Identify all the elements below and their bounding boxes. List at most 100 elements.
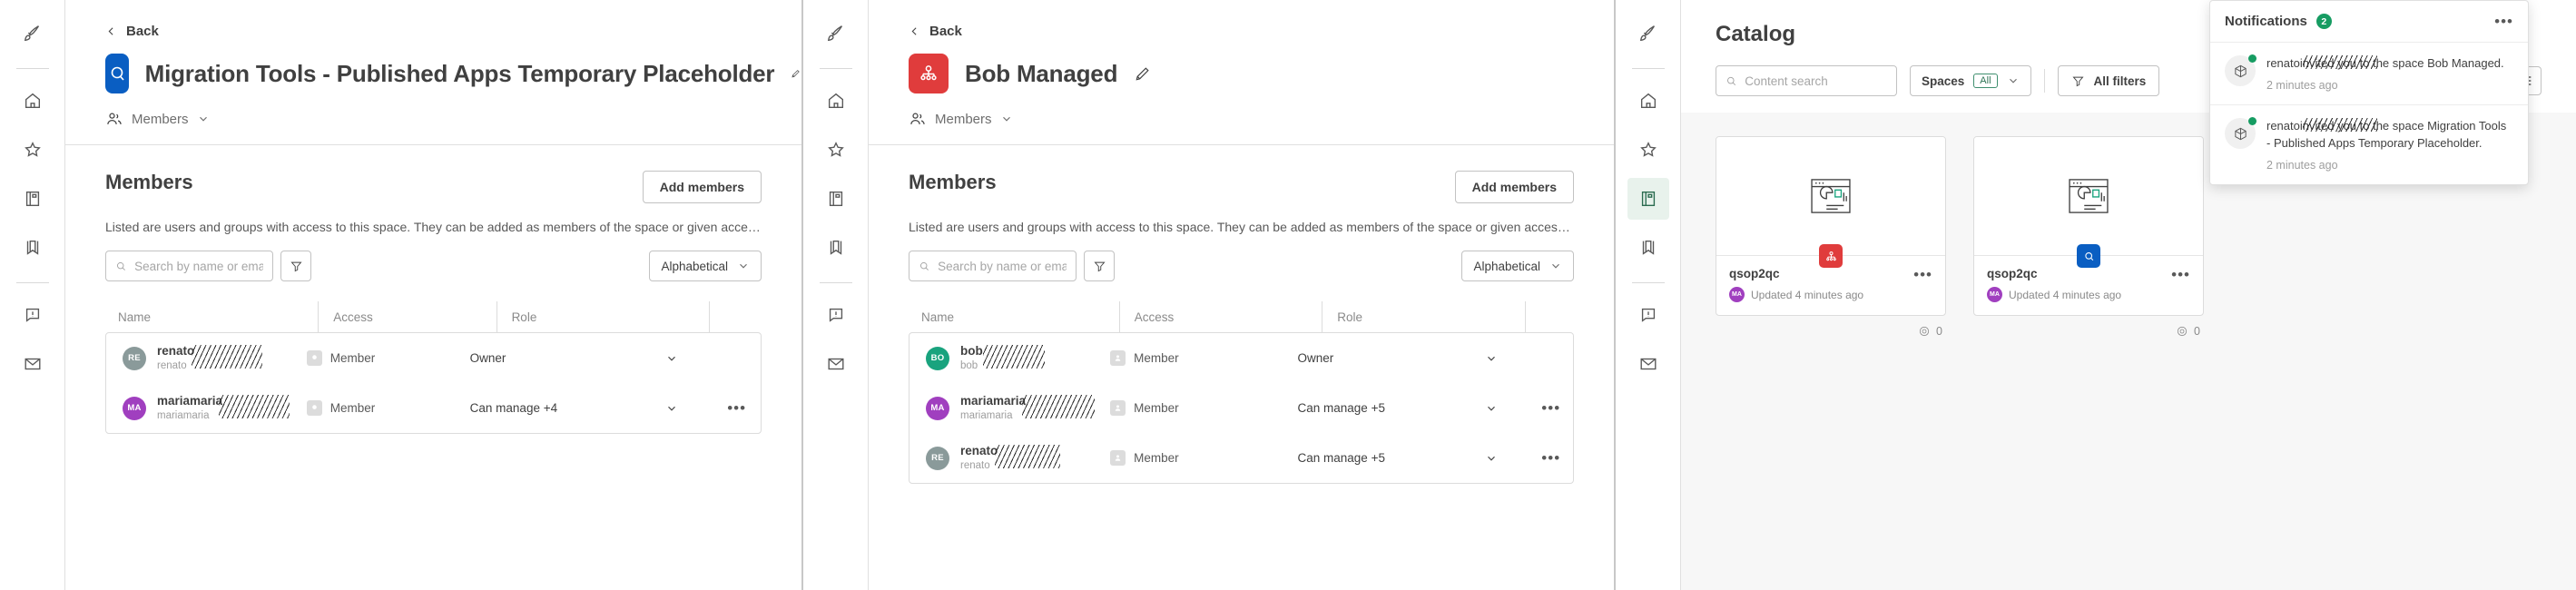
redaction-overlay <box>2303 118 2377 133</box>
mail-icon[interactable] <box>1627 343 1669 385</box>
row-role-chevron-cell[interactable] <box>665 333 713 383</box>
table-row[interactable]: MA mariamaria mariamaria Member Can mana… <box>106 383 761 433</box>
bookmark-icon[interactable] <box>1627 227 1669 269</box>
left-rail-1 <box>0 0 65 590</box>
home-icon[interactable] <box>12 80 54 122</box>
column-header-name-2: Name <box>921 310 955 324</box>
row-overflow-menu-icon[interactable]: ••• <box>727 400 746 416</box>
star-icon[interactable] <box>815 129 857 171</box>
chevron-down-icon[interactable] <box>1485 402 1498 415</box>
members-rows-card-1: RE renato renato Member Owner MA mariama… <box>105 332 762 434</box>
back-label-2: Back <box>929 24 962 39</box>
add-members-button-2[interactable]: Add members <box>1454 171 1574 203</box>
space-tab-2[interactable]: Members <box>909 110 1614 144</box>
row-role-chevron-cell[interactable] <box>665 383 713 433</box>
row-role-chevron-cell[interactable] <box>1485 383 1529 433</box>
rocket-icon[interactable] <box>815 13 857 54</box>
star-icon[interactable] <box>12 129 54 171</box>
avatar: RE <box>926 446 949 470</box>
mail-icon[interactable] <box>815 343 857 385</box>
access-label: Member <box>1134 451 1179 465</box>
book-icon[interactable] <box>12 178 54 220</box>
role-label: Owner <box>1297 351 1334 365</box>
table-row[interactable]: RE renato renato Member <box>909 433 1573 483</box>
notification-timestamp: 2 minutes ago <box>2266 159 2338 172</box>
back-button-2[interactable]: Back <box>909 24 1614 39</box>
notification-actor: renato <box>2266 56 2300 70</box>
catalog-card[interactable]: qsop2qc MA Updated 4 minutes ago ••• <box>1973 136 2204 316</box>
spaces-dropdown[interactable]: Spaces All <box>1910 65 2031 96</box>
space-tab-1[interactable]: Members <box>105 110 801 144</box>
row-menu-cell[interactable]: ••• <box>1529 433 1573 483</box>
row-overflow-menu-icon[interactable]: ••• <box>1541 450 1560 466</box>
home-icon[interactable] <box>815 80 857 122</box>
chevron-down-icon[interactable] <box>665 402 678 415</box>
row-role-cell[interactable]: Can manage +5 <box>1298 383 1485 433</box>
alert-icon[interactable] <box>1627 294 1669 336</box>
chevron-down-icon[interactable] <box>1485 452 1498 465</box>
back-button-1[interactable]: Back <box>105 24 801 39</box>
notifications-overflow-menu-icon[interactable]: ••• <box>2494 14 2513 29</box>
sort-dropdown-1[interactable]: Alphabetical <box>649 251 762 281</box>
row-overflow-menu-icon[interactable]: ••• <box>1541 400 1560 416</box>
row-role-chevron-cell[interactable] <box>1485 433 1529 483</box>
chevron-down-icon[interactable] <box>1485 352 1498 365</box>
table-row[interactable]: BO bob bob Member Owner <box>909 333 1573 383</box>
chevron-down-icon-1[interactable] <box>197 113 210 125</box>
space-avatar-1 <box>105 54 129 93</box>
search-input-1[interactable] <box>134 259 263 273</box>
notification-timestamp: 2 minutes ago <box>2266 79 2338 93</box>
members-tools-2: Alphabetical <box>909 251 1574 281</box>
table-row[interactable]: MA mariamaria mariamaria Member Can mana… <box>909 383 1573 433</box>
row-role-cell[interactable]: Owner <box>1298 333 1485 383</box>
rocket-icon[interactable] <box>1627 13 1669 54</box>
row-role-cell[interactable]: Can manage +4 <box>470 383 665 433</box>
search-input-wrapper-1[interactable] <box>105 251 273 281</box>
space-avatar-2 <box>909 54 949 93</box>
avatar: MA <box>123 396 146 420</box>
notification-icon-wrapper <box>2225 117 2256 172</box>
edit-pencil-icon-1[interactable] <box>791 64 801 83</box>
book-icon[interactable] <box>1627 178 1669 220</box>
card-views-count: 0 <box>2194 325 2200 338</box>
row-menu-cell[interactable]: ••• <box>713 383 761 433</box>
filter-button-2[interactable] <box>1084 251 1115 281</box>
alert-icon[interactable] <box>12 294 54 336</box>
card-overflow-menu-icon[interactable]: ••• <box>2171 267 2190 282</box>
book-icon[interactable] <box>815 178 857 220</box>
rocket-icon[interactable] <box>12 13 54 54</box>
row-role-chevron-cell[interactable] <box>1485 333 1529 383</box>
mail-icon[interactable] <box>12 343 54 385</box>
search-input-wrapper-2[interactable] <box>909 251 1077 281</box>
catalog-card[interactable]: qsop2qc MA Updated 4 minutes ago ••• <box>1716 136 1946 316</box>
name-block: renato renato <box>157 344 262 372</box>
home-icon[interactable] <box>1627 80 1669 122</box>
alert-icon[interactable] <box>815 294 857 336</box>
row-name-cell: MA mariamaria mariamaria <box>110 383 307 433</box>
chevron-down-icon[interactable] <box>665 352 678 365</box>
back-label: Back <box>126 24 159 39</box>
search-input-2[interactable] <box>938 259 1067 273</box>
row-role-cell[interactable]: Can manage +5 <box>1298 433 1485 483</box>
card-overflow-menu-icon[interactable]: ••• <box>1913 267 1932 282</box>
filter-button-1[interactable] <box>280 251 311 281</box>
avatar-initials: RE <box>128 353 141 363</box>
row-menu-cell[interactable]: ••• <box>1529 383 1573 433</box>
search-icon-2 <box>920 261 929 270</box>
content-search-input[interactable] <box>1745 74 1887 88</box>
row-role-cell[interactable]: Owner <box>470 333 665 383</box>
star-icon[interactable] <box>1627 129 1669 171</box>
row-access-cell: Member <box>1110 433 1297 483</box>
column-header-actions-1 <box>708 301 762 332</box>
edit-pencil-icon-2[interactable] <box>1134 64 1152 83</box>
table-row[interactable]: RE renato renato Member <box>106 333 761 383</box>
all-filters-button[interactable]: All filters <box>2057 65 2160 96</box>
notification-item[interactable]: renatoinvited you to the space Bob Manag… <box>2210 42 2528 104</box>
chevron-down-icon-2[interactable] <box>1000 113 1013 125</box>
notification-item[interactable]: renatoinvited you to the space Migration… <box>2210 104 2528 184</box>
content-search-wrapper[interactable] <box>1716 65 1897 96</box>
add-members-button-1[interactable]: Add members <box>642 171 762 203</box>
bookmark-icon[interactable] <box>12 227 54 269</box>
bookmark-icon[interactable] <box>815 227 857 269</box>
sort-dropdown-2[interactable]: Alphabetical <box>1461 251 1574 281</box>
